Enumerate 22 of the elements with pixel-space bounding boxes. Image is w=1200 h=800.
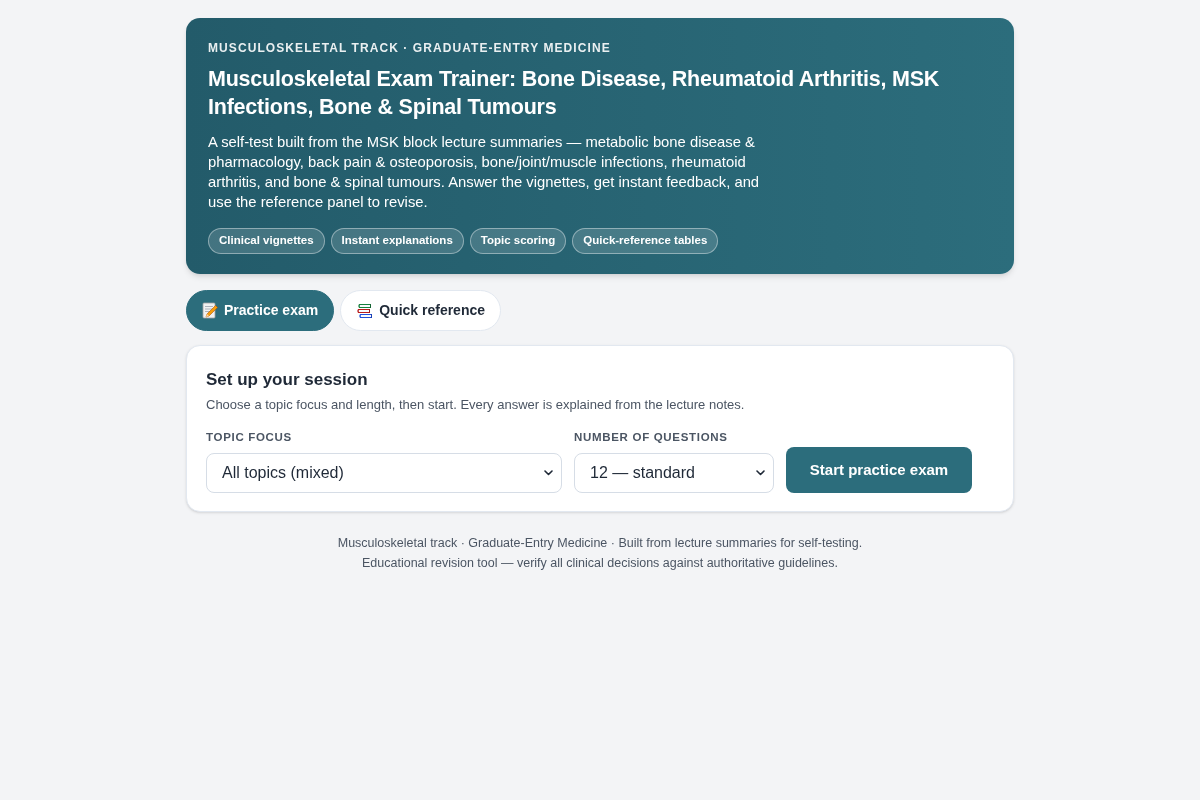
feature-tag: Instant explanations — [330, 228, 464, 254]
field-label: TOPIC FOCUS — [206, 430, 293, 445]
page-description: A self-test built from the MSK block lecture summaries — metabolic bone disease & pharmacology, back pain & osteoporosis, bone/joint/muscle infections, rheumatoid arthritis, and bone & spinal tumours. Answer the vignettes, get instant feedback, and use the reference panel to revise. — [208, 133, 761, 212]
feature-tag: Quick-reference tables — [572, 228, 719, 254]
field-label: NUMBER OF QUESTIONS — [574, 430, 729, 445]
chevron-down-icon — [544, 470, 553, 476]
books-stack-icon — [356, 302, 374, 319]
feature-tag: Clinical vignettes — [208, 228, 325, 254]
dropdown-select[interactable]: All topics (mixed) — [206, 453, 562, 493]
session-subtitle: Choose a topic focus and length, then start. Every answer is explained from the lecture notes. — [206, 396, 746, 414]
chevron-down-icon — [756, 470, 765, 476]
start-button[interactable]: Start practice exam — [786, 447, 972, 493]
dropdown-select[interactable]: 12 — standard — [574, 453, 774, 493]
footer-note: Educational revision tool — verify all clinical decisions against authoritative guidelines. — [362, 555, 838, 572]
session-title: Set up your session — [206, 369, 369, 391]
tab[interactable]: Quick reference — [340, 290, 502, 331]
page-title: Musculoskeletal Exam Trainer: Bone Disease, Rheumatoid Arthritis, MSK Infections, Bone & Spinal Tumours — [208, 66, 941, 121]
track-label: MUSCULOSKELETAL TRACK · GRADUATE-ENTRY MEDICINE — [208, 40, 612, 56]
feature-tag: Topic scoring — [469, 228, 567, 254]
footer-note: Musculoskeletal track · Graduate-Entry Medicine · Built from lecture summaries for self-testing. — [337, 535, 863, 552]
tab[interactable]: Practice exam — [186, 290, 335, 331]
memo-pencil-icon — [202, 302, 218, 319]
